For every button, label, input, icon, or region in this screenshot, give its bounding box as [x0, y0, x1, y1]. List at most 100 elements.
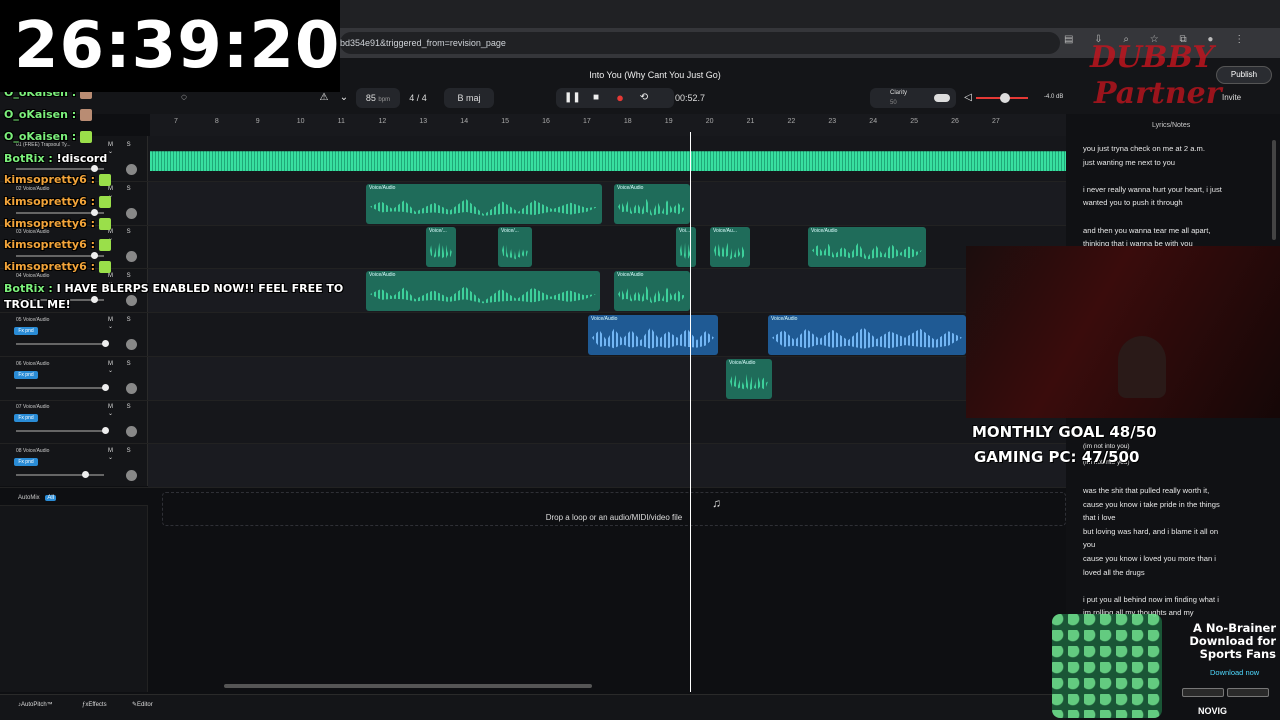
- key-selector[interactable]: B maj: [444, 88, 494, 108]
- chevron-down-icon[interactable]: ⌄: [336, 90, 352, 106]
- autopitch-button[interactable]: ♪ AutoPitch™: [18, 695, 53, 715]
- track-volume-slider[interactable]: [16, 165, 104, 172]
- mute-solo-buttons[interactable]: M S ⌄: [108, 142, 148, 155]
- track-header-05[interactable]: 05 Voice/Audio Fx pnd M S ⌄: [0, 313, 148, 357]
- undo-icon[interactable]: ◌: [176, 90, 192, 106]
- publish-button[interactable]: Publish: [1216, 66, 1272, 84]
- pan-knob[interactable]: [126, 164, 137, 175]
- track-volume-slider[interactable]: [16, 383, 110, 391]
- audio-clip[interactable]: Voice/...: [498, 227, 532, 268]
- lyric-line[interactable]: but loving was hard, and i blame it all …: [1083, 525, 1263, 538]
- audio-clip[interactable]: Voice/...: [426, 227, 456, 268]
- track-volume-slider[interactable]: [16, 470, 104, 478]
- automix-row[interactable]: AutoMix All: [0, 490, 148, 506]
- track-header-07[interactable]: 07 Voice/Audio Fx pnd M S ⌄: [0, 400, 148, 445]
- lyric-line[interactable]: cause you know i loved you more than i: [1083, 552, 1263, 565]
- lyrics-scrollbar[interactable]: [1272, 140, 1276, 240]
- mute-solo-buttons[interactable]: M S ⌄: [108, 186, 148, 199]
- track-volume-handle[interactable]: [90, 208, 98, 216]
- audio-clip[interactable]: Voice/Au...: [710, 227, 750, 268]
- track-name[interactable]: 05 Voice/Audio: [16, 317, 49, 323]
- track-volume-slider[interactable]: [16, 339, 110, 347]
- track-volume-slider[interactable]: [16, 252, 104, 260]
- track-name[interactable]: 04 Voice/Audio: [16, 273, 49, 279]
- address-bar[interactable]: bd354e91&triggered_from=revision_page: [340, 32, 1060, 54]
- audio-clip[interactable]: Voice/Audio: [768, 314, 966, 355]
- master-volume-slider[interactable]: [976, 93, 1028, 103]
- pan-knob[interactable]: [126, 338, 137, 350]
- pause-icon[interactable]: ❚❚: [564, 90, 581, 106]
- audio-clip[interactable]: Voice/Audio: [808, 227, 926, 268]
- pan-knob[interactable]: [126, 251, 137, 263]
- track-volume-handle[interactable]: [102, 339, 110, 347]
- clarity-toggle[interactable]: [934, 94, 950, 102]
- audio-clip[interactable]: Voice/Audio: [726, 358, 772, 399]
- lyric-line[interactable]: i never really wanna hurt your heart, i …: [1083, 183, 1263, 196]
- volume-handle[interactable]: [1000, 93, 1010, 103]
- track-volume-handle[interactable]: [102, 427, 110, 435]
- track-lane-03[interactable]: [148, 225, 1066, 270]
- pan-knob[interactable]: [126, 207, 137, 219]
- horizontal-scrollbar[interactable]: [224, 684, 592, 688]
- audio-clip[interactable]: Voice/Audio: [366, 183, 602, 224]
- stop-icon[interactable]: ■: [588, 90, 604, 106]
- track-name[interactable]: 03 Voice/Audio: [16, 229, 49, 235]
- song-title[interactable]: Into You (Why Cant You Just Go): [540, 70, 770, 80]
- lyric-line[interactable]: you just tryna check on me at 2 a.m.: [1083, 142, 1263, 155]
- mute-solo-buttons[interactable]: M S ⌄: [108, 229, 148, 242]
- track-volume-handle[interactable]: [90, 252, 98, 260]
- pan-knob[interactable]: [126, 426, 137, 438]
- track-name[interactable]: 06 Voice/Audio: [16, 361, 49, 367]
- pan-knob[interactable]: [126, 382, 137, 394]
- editor-button[interactable]: ✎ Editor: [132, 695, 153, 715]
- track-volume-slider[interactable]: [16, 208, 104, 216]
- track-volume-handle[interactable]: [82, 470, 89, 478]
- fx-badge[interactable]: Fx pnd: [14, 457, 38, 466]
- ad-cta[interactable]: Download now: [1210, 668, 1259, 677]
- bpm-control[interactable]: 85 bpm: [356, 88, 400, 108]
- invite-button[interactable]: Invite: [1222, 93, 1241, 102]
- track-name[interactable]: 08 Voice/Audio: [16, 448, 49, 454]
- track-volume-handle[interactable]: [90, 165, 98, 172]
- fx-badge[interactable]: Fx pnd: [14, 414, 38, 423]
- track-volume-slider[interactable]: [16, 427, 110, 435]
- timeline-ruler[interactable]: 7 8 9 10 11 12 13 14 15 16 17 18 19 20 21 22 23 24 25 26 27: [150, 114, 1066, 136]
- audio-clip[interactable]: Voice/Audio: [614, 183, 690, 224]
- metronome-icon[interactable]: ⚠: [316, 90, 332, 106]
- lyric-line[interactable]: was the shit that pulled really worth it…: [1083, 484, 1263, 497]
- mute-solo-buttons[interactable]: M S ⌄: [108, 317, 148, 330]
- lyric-line[interactable]: you: [1083, 538, 1263, 551]
- record-icon[interactable]: ●: [612, 90, 628, 106]
- lyric-line[interactable]: wanted you to push it through: [1083, 196, 1263, 209]
- audio-clip[interactable]: Voi...: [676, 227, 696, 268]
- audio-clip[interactable]: Voice/Audio: [588, 314, 718, 355]
- fx-badge[interactable]: Fx pnd: [14, 370, 38, 379]
- speaker-icon[interactable]: ◁: [960, 90, 976, 106]
- loop-icon[interactable]: ⟲: [636, 90, 652, 106]
- track-lane-02[interactable]: [148, 181, 1066, 226]
- track-lane-08[interactable]: [148, 443, 1066, 488]
- drop-zone[interactable]: Drop a loop or an audio/MIDI/video file: [162, 492, 1066, 526]
- pan-knob[interactable]: [126, 295, 137, 307]
- track-header-06[interactable]: 06 Voice/Audio Fx pnd M S ⌄: [0, 357, 148, 401]
- mute-solo-buttons[interactable]: M S ⌄: [108, 448, 148, 461]
- track-lane-06[interactable]: [148, 356, 1066, 401]
- pan-knob[interactable]: [126, 469, 137, 481]
- audio-clip[interactable]: Voice/Audio: [614, 271, 690, 312]
- lyric-line[interactable]: and then you wanna tear me all apart,: [1083, 224, 1263, 237]
- lyric-line[interactable]: cause you know i take pride in the thing…: [1083, 498, 1263, 511]
- lyric-line[interactable]: just wanting me next to you: [1083, 156, 1263, 169]
- track-name[interactable]: 07 Voice/Audio: [16, 404, 49, 410]
- track-volume-handle[interactable]: [102, 383, 110, 391]
- track-volume-handle[interactable]: [90, 296, 98, 304]
- audio-clip[interactable]: Voice/Audio: [366, 271, 600, 312]
- fx-badge[interactable]: Fx pnd: [14, 326, 38, 335]
- effects-button[interactable]: ƒx Effects: [82, 695, 107, 715]
- lyric-line[interactable]: loved all the drugs: [1083, 566, 1263, 579]
- time-signature[interactable]: 4 / 4: [400, 88, 436, 108]
- track-name[interactable]: 02 Voice/Audio: [16, 186, 49, 192]
- mute-solo-buttons[interactable]: M S ⌄: [108, 404, 148, 417]
- lyric-line[interactable]: that i love: [1083, 511, 1263, 524]
- sponsor-ad[interactable]: A No-Brainer Download for Sports Fans Do…: [1052, 602, 1280, 720]
- mute-solo-buttons[interactable]: M S ⌄: [108, 361, 148, 374]
